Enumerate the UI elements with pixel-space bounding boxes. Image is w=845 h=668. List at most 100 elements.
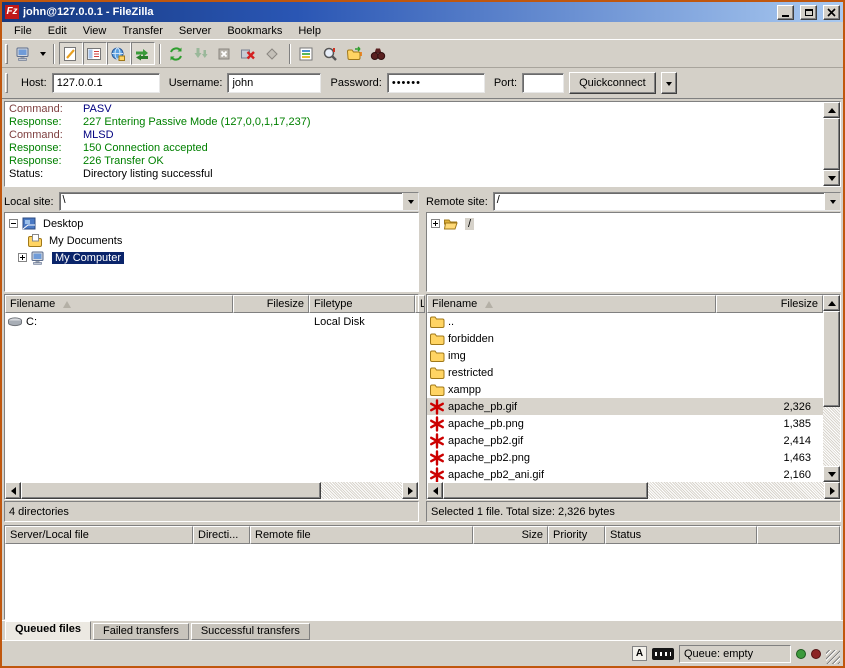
local-file-row[interactable]: C: Local Disk <box>5 313 418 330</box>
menu-help[interactable]: Help <box>290 24 329 38</box>
scroll-right-button[interactable] <box>402 482 418 499</box>
menu-view[interactable]: View <box>75 24 115 38</box>
remote-file-row[interactable]: apache_pb2.gif2,414 <box>427 432 823 449</box>
remote-vertical-scrollbar[interactable] <box>823 295 840 482</box>
toggle-tree-views-button[interactable] <box>83 42 107 65</box>
my-computer-icon <box>30 250 46 266</box>
scroll-right-button[interactable] <box>824 482 840 499</box>
menu-transfer[interactable]: Transfer <box>114 24 171 38</box>
menu-bookmarks[interactable]: Bookmarks <box>219 24 290 38</box>
password-input[interactable]: •••••• <box>387 73 485 93</box>
quickconnect-button[interactable]: Quickconnect <box>569 72 656 94</box>
scroll-down-button[interactable] <box>823 170 840 186</box>
resize-grip[interactable] <box>826 650 840 664</box>
scroll-thumb[interactable] <box>823 311 840 407</box>
column-direction[interactable]: Directi... <box>193 526 250 544</box>
scroll-left-button[interactable] <box>5 482 21 499</box>
column-filename[interactable]: Filename <box>5 295 233 313</box>
menu-file[interactable]: File <box>6 24 40 38</box>
queue-body[interactable] <box>5 544 840 619</box>
toggle-queue-view-button[interactable] <box>131 42 155 65</box>
minimize-icon <box>782 15 789 17</box>
pane-splitter[interactable] <box>419 191 426 522</box>
minimize-button[interactable] <box>777 5 794 20</box>
local-site-combo[interactable]: \ <box>59 192 419 211</box>
disconnect-button[interactable] <box>237 42 261 65</box>
queue-view-icon <box>134 46 150 62</box>
process-queue-button[interactable] <box>189 42 213 65</box>
remote-file-row-selected[interactable]: apache_pb.gif2,326 <box>427 398 823 415</box>
host-input[interactable]: 127.0.0.1 <box>52 73 160 93</box>
remote-list-body: .. forbidden img restricted xampp apache… <box>427 313 823 482</box>
column-filename[interactable]: Filename <box>427 295 716 313</box>
find-files-button[interactable] <box>367 42 391 65</box>
column-server-local-file[interactable]: Server/Local file <box>5 526 193 544</box>
title-bar[interactable]: Fz john@127.0.0.1 - FileZilla <box>2 2 843 22</box>
tree-item-desktop[interactable]: Desktop <box>6 215 417 232</box>
quickbar-gripper[interactable] <box>5 73 8 93</box>
menu-edit[interactable]: Edit <box>40 24 75 38</box>
local-tree: Desktop My Documents My Computer <box>4 212 419 292</box>
remote-horizontal-scrollbar[interactable] <box>427 482 840 499</box>
log-value: 227 Entering Passive Mode (127,0,0,1,17,… <box>83 116 310 129</box>
toggle-remote-view-button[interactable] <box>107 42 131 65</box>
site-manager-dropdown-button[interactable] <box>36 42 49 65</box>
log-scrollbar[interactable] <box>823 102 840 186</box>
collapse-icon[interactable] <box>9 219 18 228</box>
cancel-button[interactable] <box>213 42 237 65</box>
reconnect-button[interactable] <box>261 42 285 65</box>
local-horizontal-scrollbar[interactable] <box>5 482 418 499</box>
remote-file-row[interactable]: forbidden <box>427 330 823 347</box>
scroll-thumb[interactable] <box>21 482 321 499</box>
column-size[interactable]: Size <box>473 526 548 544</box>
compare-directories-button[interactable] <box>319 42 343 65</box>
filter-button[interactable] <box>295 42 319 65</box>
file-size: 2,326 <box>727 401 823 413</box>
column-filesize[interactable]: Filesize <box>233 295 309 313</box>
tree-item-my-documents[interactable]: My Documents <box>6 232 417 249</box>
combo-dropdown-button[interactable] <box>402 193 418 210</box>
scroll-left-button[interactable] <box>427 482 443 499</box>
scroll-thumb[interactable] <box>823 118 840 170</box>
scroll-up-button[interactable] <box>823 295 840 311</box>
site-manager-button[interactable] <box>12 42 36 65</box>
combo-dropdown-button[interactable] <box>824 193 840 210</box>
scroll-up-button[interactable] <box>823 102 840 118</box>
arrow-up-icon <box>828 104 836 113</box>
local-list-header: Filename Filesize Filetype L <box>5 295 418 313</box>
expand-icon[interactable] <box>18 253 27 262</box>
username-input[interactable]: john <box>227 73 321 93</box>
remote-file-row[interactable]: restricted <box>427 364 823 381</box>
column-filesize[interactable]: Filesize <box>716 295 823 313</box>
remote-file-row[interactable]: apache_pb2.png1,463 <box>427 449 823 466</box>
quickconnect-dropdown-button[interactable] <box>661 72 677 94</box>
port-input[interactable] <box>522 73 564 93</box>
remote-file-row[interactable]: xampp <box>427 381 823 398</box>
tab-successful-transfers[interactable]: Successful transfers <box>191 623 310 640</box>
maximize-button[interactable] <box>800 5 817 20</box>
expand-icon[interactable] <box>431 219 440 228</box>
column-priority[interactable]: Priority <box>548 526 605 544</box>
column-remote-file[interactable]: Remote file <box>250 526 473 544</box>
refresh-button[interactable] <box>165 42 189 65</box>
remote-file-row[interactable]: apache_pb2_ani.gif2,160 <box>427 466 823 482</box>
column-filetype[interactable]: Filetype <box>309 295 415 313</box>
tab-failed-transfers[interactable]: Failed transfers <box>93 623 189 640</box>
synchronized-browsing-button[interactable] <box>343 42 367 65</box>
remote-site-combo[interactable]: / <box>493 192 841 211</box>
remote-file-row[interactable]: .. <box>427 313 823 330</box>
toolbar-gripper[interactable] <box>5 44 8 64</box>
tree-item-root[interactable]: / <box>428 215 839 232</box>
my-documents-icon <box>27 233 43 249</box>
toggle-message-log-button[interactable] <box>59 42 83 65</box>
menu-server[interactable]: Server <box>171 24 219 38</box>
tree-item-my-computer[interactable]: My Computer <box>6 249 417 266</box>
column-status[interactable]: Status <box>605 526 757 544</box>
remote-file-row[interactable]: apache_pb.png1,385 <box>427 415 823 432</box>
tree-label-selected: / <box>465 218 474 230</box>
scroll-down-button[interactable] <box>823 466 840 482</box>
close-button[interactable] <box>823 5 840 20</box>
scroll-thumb[interactable] <box>443 482 648 499</box>
remote-file-row[interactable]: img <box>427 347 823 364</box>
tab-queued-files[interactable]: Queued files <box>5 621 91 640</box>
